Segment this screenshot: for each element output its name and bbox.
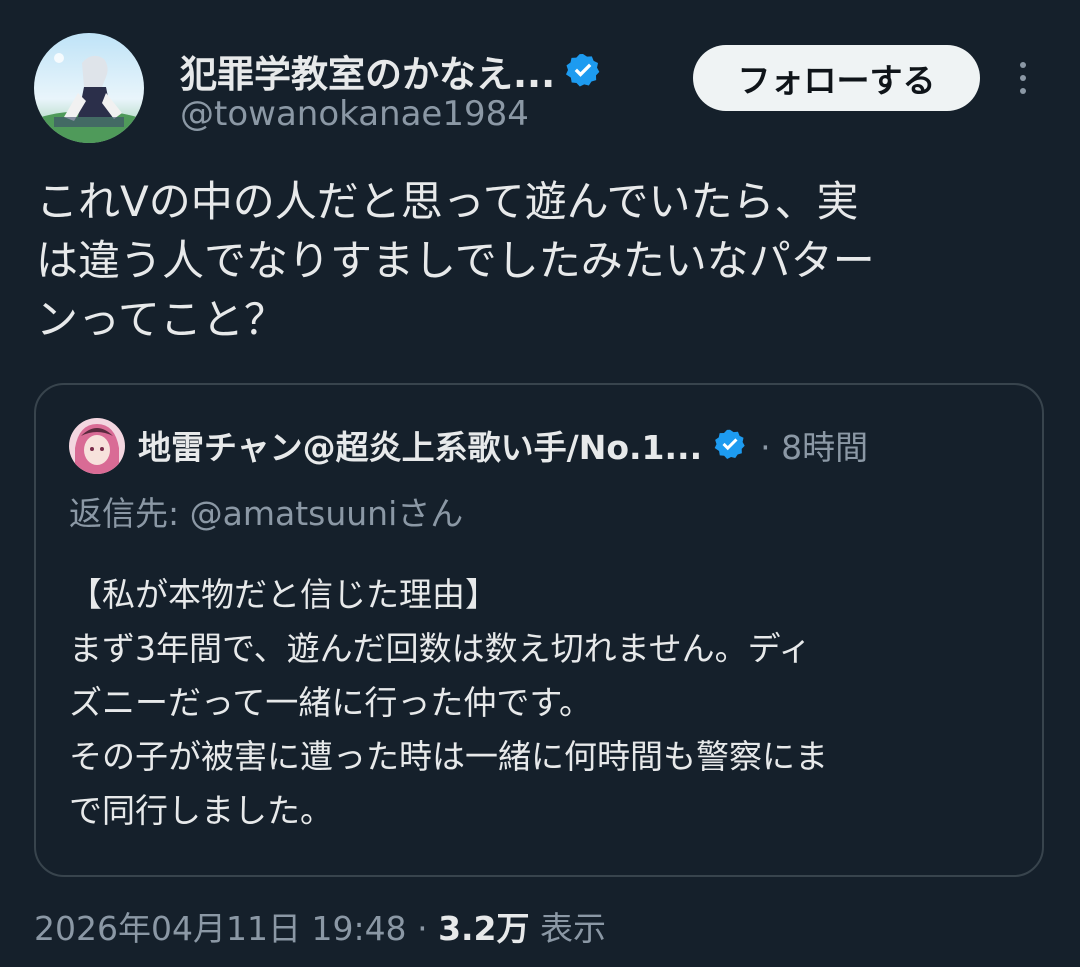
quoted-author-header: 地雷チャン@超炎上系歌い手/No.1... · 8時間: [138, 421, 868, 469]
author-handle[interactable]: @towanokanae1984: [180, 94, 529, 134]
author-avatar[interactable]: [34, 33, 144, 143]
quoted-author-avatar[interactable]: [69, 418, 125, 474]
verified-badge-icon: [563, 51, 603, 91]
verified-badge-icon: [712, 427, 748, 463]
views-count: 3.2万: [438, 909, 530, 948]
tweet-text: これVの中の人だと思って遊んでいたら、実 は違う人でなりすましでしたみたいなパタ…: [36, 177, 875, 344]
tweet-datetime[interactable]: 2026年04月11日 19:48: [34, 909, 407, 948]
views-label: 表示: [540, 909, 607, 948]
author-name[interactable]: 犯罪学教室のかなえ...: [180, 44, 603, 98]
follow-button[interactable]: フォローする: [693, 45, 980, 111]
reply-to-label: 返信先: @amatsuuniさん: [69, 494, 464, 533]
quoted-tweet[interactable]: 地雷チャン@超炎上系歌い手/No.1... · 8時間 返信先: @amatsu…: [34, 383, 1044, 877]
quoted-author-name[interactable]: 地雷チャン@超炎上系歌い手/No.1...: [138, 421, 702, 469]
quoted-tweet-time[interactable]: · 8時間: [760, 421, 868, 469]
author-name-text[interactable]: 犯罪学教室のかなえ...: [180, 44, 555, 98]
tweet-metadata: 2026年04月11日 19:48 · 3.2万 表示: [34, 902, 606, 950]
quoted-tweet-text: 【私が本物だと信じた理由】 まず3年間で、遊んだ回数は数え切れません。ディ ズニ…: [69, 575, 828, 830]
more-vertical-icon[interactable]: [1008, 58, 1038, 98]
meta-separator: ·: [417, 909, 428, 948]
